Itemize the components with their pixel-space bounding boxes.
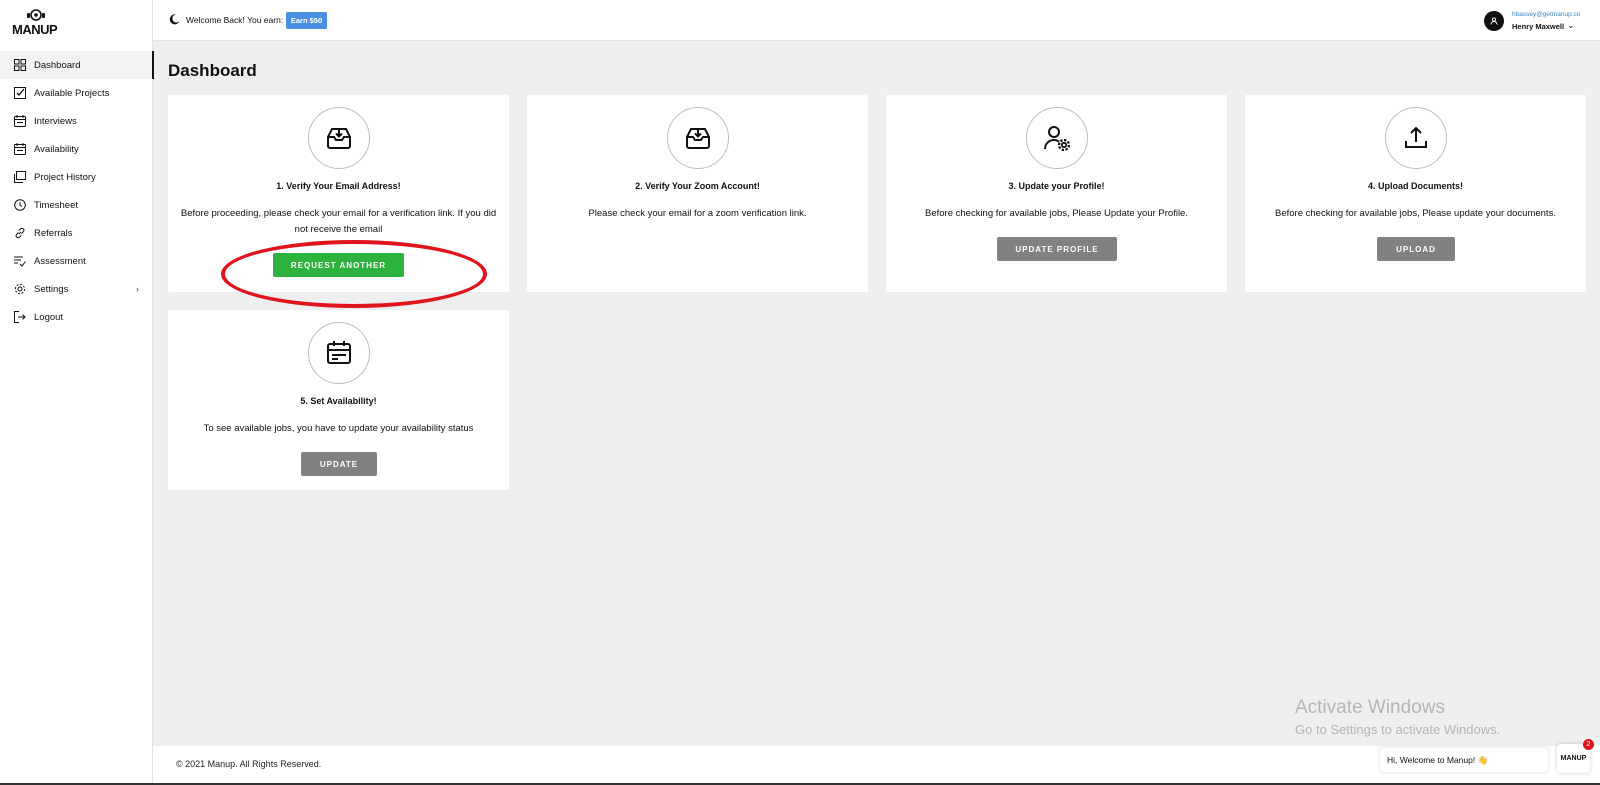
upload-documents-card: 4. Upload Documents! Before checking for… — [1245, 95, 1586, 292]
top-bar: Welcome Back! You earn: Earn $50 hbassey… — [153, 0, 1600, 41]
card-title: 5. Set Availability! — [300, 396, 377, 406]
calendar-icon — [14, 143, 26, 155]
sidebar-item-label: Project History — [34, 171, 96, 183]
update-profile-button[interactable]: UPDATE PROFILE — [997, 237, 1117, 261]
sidebar-item-label: Logout — [34, 311, 64, 323]
verify-zoom-card: 2. Verify Your Zoom Account! Please chec… — [527, 95, 868, 292]
grid-icon — [14, 59, 26, 71]
inbox-download-icon — [307, 107, 370, 169]
sidebar-item-project-history[interactable]: Project History — [0, 163, 153, 191]
sidebar-item-settings[interactable]: Settings › — [0, 275, 153, 303]
user-name[interactable]: Henry Maxwell — [1512, 22, 1564, 31]
sidebar-item-label: Settings — [34, 283, 69, 295]
sidebar-item-available-projects[interactable]: Available Projects — [0, 79, 153, 107]
chat-notification-badge: 2 — [1583, 739, 1594, 750]
sidebar-item-assessment[interactable]: Assessment — [0, 247, 153, 275]
sidebar-item-label: Available Projects — [34, 87, 110, 99]
request-another-button[interactable]: REQUEST ANOTHER — [273, 253, 404, 277]
sidebar-item-dashboard[interactable]: Dashboard — [0, 51, 154, 79]
sidebar-item-label: Timesheet — [34, 199, 78, 211]
welcome-text: Welcome Back! You earn: — [186, 15, 284, 25]
logout-icon — [14, 311, 26, 323]
card-title: 3. Update your Profile! — [1008, 181, 1105, 191]
card-title: 1. Verify Your Email Address! — [276, 181, 401, 191]
inbox-download-icon — [666, 107, 729, 169]
calendar-icon — [307, 322, 370, 384]
card-text: Before checking for available jobs, Plea… — [925, 208, 1188, 219]
card-text: Before checking for available jobs, Plea… — [1275, 208, 1556, 219]
avatar[interactable] — [1484, 11, 1504, 31]
moon-icon[interactable] — [169, 14, 180, 25]
copyright-text: © 2021 Manup. All Rights Reserved. — [176, 759, 322, 769]
activate-windows-watermark: Activate Windows Go to Settings to activ… — [1295, 697, 1500, 737]
manup-logo[interactable]: MANUP — [12, 8, 60, 37]
sidebar-item-interviews[interactable]: Interviews — [0, 107, 153, 135]
user-email: hbassey@getmanup.co — [1512, 11, 1581, 18]
sidebar-item-label: Availability — [34, 143, 79, 155]
chevron-down-icon[interactable]: ⌄ — [1567, 20, 1575, 31]
list-check-icon — [14, 255, 26, 267]
card-text: Please check your email for a zoom verif… — [588, 208, 807, 219]
card-title: 2. Verify Your Zoom Account! — [635, 181, 760, 191]
update-availability-button[interactable]: UPDATE — [301, 452, 377, 476]
sidebar-item-label: Referrals — [34, 227, 73, 239]
set-availability-card: 5. Set Availability! To see available jo… — [168, 310, 509, 490]
verify-email-card: 1. Verify Your Email Address! Before pro… — [168, 95, 509, 292]
upload-button[interactable]: UPLOAD — [1377, 237, 1455, 261]
sidebar-item-timesheet[interactable]: Timesheet — [0, 191, 153, 219]
update-profile-card: 3. Update your Profile! Before checking … — [886, 95, 1227, 292]
chevron-right-icon: › — [136, 284, 139, 294]
user-icon — [1490, 17, 1498, 25]
logo-mark-icon — [27, 9, 45, 21]
sidebar-item-availability[interactable]: Availability — [0, 135, 153, 163]
sidebar-item-label: Dashboard — [34, 59, 81, 71]
card-title: 4. Upload Documents! — [1367, 181, 1463, 191]
checklist-icon — [14, 87, 26, 99]
sidebar-nav: Dashboard Available Projects Interviews … — [0, 51, 154, 331]
watermark-subtitle: Go to Settings to activate Windows. — [1295, 722, 1501, 737]
user-gear-icon — [1025, 107, 1088, 169]
calendar-icon — [14, 115, 26, 127]
sidebar-item-label: Interviews — [34, 115, 77, 127]
folders-icon — [14, 171, 26, 183]
upload-icon — [1384, 107, 1447, 169]
sidebar: MANUP Dashboard Available Projects Inter… — [0, 0, 154, 785]
earn-badge[interactable]: Earn $50 — [286, 12, 327, 29]
gear-icon — [14, 283, 26, 295]
card-text: To see available jobs, you have to updat… — [203, 423, 474, 434]
sidebar-item-logout[interactable]: Logout — [0, 303, 153, 331]
sidebar-item-label: Assessment — [34, 255, 86, 267]
link-icon — [14, 227, 26, 239]
logo-text: MANUP — [12, 22, 58, 37]
watermark-title: Activate Windows — [1295, 697, 1445, 718]
clock-icon — [14, 199, 26, 211]
chat-welcome-bubble[interactable]: Hi, Welcome to Manup! 👋 — [1380, 748, 1548, 772]
card-text: Before proceeding, please check your ema… — [180, 208, 497, 235]
page-title: Dashboard — [168, 61, 257, 80]
sidebar-item-referrals[interactable]: Referrals — [0, 219, 153, 247]
